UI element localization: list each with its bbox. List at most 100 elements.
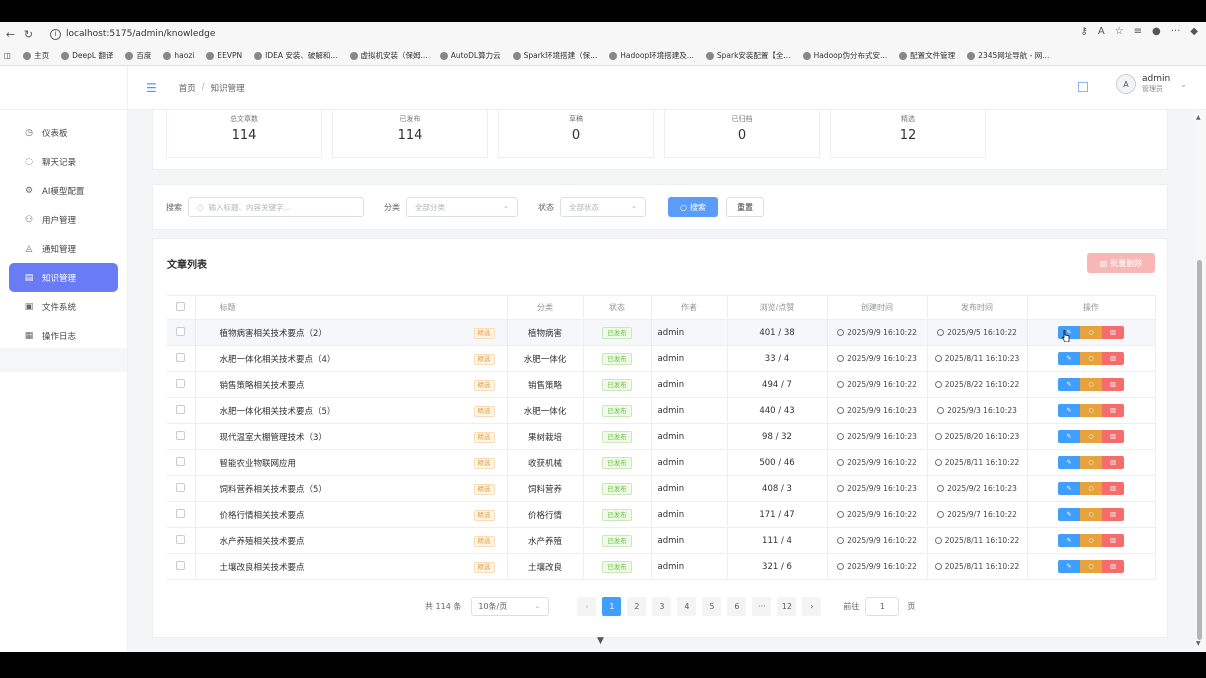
goto-page-input[interactable]: 1 [865,597,900,616]
bookmark-item[interactable]: 虚拟机安装（保姆... [349,50,428,61]
scroll-more-icon[interactable]: ▼ [597,636,604,646]
sidebar-item[interactable]: ▤ 知识管理 [9,263,118,292]
article-title[interactable]: 水肥一体化相关技术要点（5） [220,407,336,417]
scroll-up-icon[interactable]: ▲ [1196,114,1201,121]
row-checkbox[interactable] [176,352,186,362]
edit-button[interactable]: ✎ [1058,430,1080,443]
row-checkbox[interactable] [176,326,186,336]
star-icon[interactable]: ☆ [1115,26,1124,37]
toggle-status-button[interactable]: ○ [1080,430,1102,443]
bookmark-item[interactable]: EEVPN [206,51,242,60]
article-title[interactable]: 植物病害相关技术要点（2） [220,329,327,339]
delete-button[interactable]: ▥ [1102,352,1124,365]
bookmark-item[interactable]: 配置文件管理 [899,50,955,61]
search-button[interactable]: ○ 搜索 [668,197,718,217]
user-menu[interactable]: A admin 管理员 ⌄ [1116,74,1187,94]
sidebar-item[interactable]: ▦ 操作日志 [0,321,127,350]
article-title[interactable]: 水肥一体化相关技术要点（4） [220,355,336,365]
row-checkbox[interactable] [176,456,186,466]
info-icon[interactable]: i [50,28,61,40]
page-button[interactable]: 2 [627,597,647,616]
article-title[interactable]: 智能农业物联网应用 [220,459,297,469]
back-icon[interactable]: ← [3,28,18,41]
profile-icon[interactable]: ● [1152,26,1161,37]
key-icon[interactable]: ⚷ [1080,26,1087,37]
bookmark-item[interactable]: Spark环境搭建（保... [512,50,597,61]
scroll-down-icon[interactable]: ▼ [1196,640,1201,647]
delete-button[interactable]: ▥ [1102,404,1124,417]
article-title[interactable]: 现代温室大棚管理技术（3） [220,433,327,443]
scrollbar-thumb[interactable] [1197,260,1202,640]
page-button[interactable]: 6 [727,597,747,616]
bookmark-item[interactable]: haozi [163,51,194,60]
toggle-status-button[interactable]: ○ [1080,352,1102,365]
delete-button[interactable]: ▥ [1102,508,1124,521]
sidebar-item[interactable]: ◌ 聊天记录 [0,147,127,176]
page-button[interactable]: 1 [602,597,622,616]
prev-page-button[interactable]: ‹ [577,597,597,616]
page-size-select[interactable]: 10条/页 ⌄ [471,597,550,616]
sidebar-item[interactable]: ⚙ AI模型配置 [0,176,127,205]
delete-button[interactable]: ▥ [1102,482,1124,495]
row-checkbox[interactable] [176,560,186,570]
page-button[interactable]: 4 [677,597,697,616]
toggle-status-button[interactable]: ○ [1080,326,1102,339]
delete-button[interactable]: ▥ [1102,456,1124,469]
toggle-status-button[interactable]: ○ [1080,508,1102,521]
delete-button[interactable]: ▥ [1102,560,1124,573]
select-all-checkbox[interactable] [176,302,186,311]
sidebar-item[interactable]: ▣ 文件系统 [0,292,127,321]
page-scrollbar[interactable]: ▲ ▼ [1194,110,1206,652]
sidebar-item[interactable]: ⚇ 用户管理 [0,205,127,234]
fullscreen-icon[interactable] [1078,82,1088,92]
copilot-icon[interactable]: ◆ [1190,26,1198,37]
bookmark-item[interactable]: 2345网址导航 - 网... [967,50,1049,61]
sidebar-item[interactable]: ◷ 仪表板 [0,118,127,147]
address-bar[interactable]: i localhost:5175/admin/knowledge [42,25,1052,43]
article-title[interactable]: 销售策略相关技术要点 [220,381,305,391]
edit-button[interactable]: ✎ [1058,534,1080,547]
reload-icon[interactable]: ↻ [21,28,36,41]
reset-button[interactable]: 重置 [726,197,764,217]
page-button[interactable]: 12 [777,597,797,616]
delete-button[interactable]: ▥ [1102,534,1124,547]
bookmark-item[interactable]: IDEA 安装、破解和... [254,50,338,61]
more-icon[interactable]: ··· [1171,26,1181,37]
delete-button[interactable]: ▥ [1102,378,1124,391]
bookmark-item[interactable]: 主页 [23,50,49,61]
edit-button[interactable]: ✎ [1058,482,1080,495]
edit-button[interactable]: ✎ [1058,508,1080,521]
edit-button[interactable]: ✎ [1058,352,1080,365]
edit-button[interactable]: ✎ [1058,404,1080,417]
status-select[interactable]: 全部状态 ⌄ [560,197,646,217]
toggle-status-button[interactable]: ○ [1080,378,1102,391]
toggle-status-button[interactable]: ○ [1080,404,1102,417]
toggle-status-button[interactable]: ○ [1080,456,1102,469]
category-select[interactable]: 全部分类 ⌄ [406,197,518,217]
bookmark-item[interactable]: DeepL 翻译 [61,50,113,61]
article-title[interactable]: 价格行情相关技术要点 [220,511,305,521]
edit-button[interactable]: ✎ [1058,456,1080,469]
bookmark-item[interactable]: 百度 [125,50,151,61]
reading-list-icon[interactable]: ◫ [4,51,11,60]
search-input[interactable]: ○ 输入标题、内容关键字... [188,197,364,217]
bulk-delete-button[interactable]: ▥ 批量删除 [1087,253,1155,273]
delete-button[interactable]: ▥ [1102,326,1124,339]
article-title[interactable]: 水产养殖相关技术要点 [220,537,305,547]
row-checkbox[interactable] [176,378,186,388]
sidebar-item[interactable]: ◬ 通知管理 [0,234,127,263]
article-title[interactable]: 饲料营养相关技术要点（5） [220,485,327,495]
page-button[interactable]: 3 [652,597,672,616]
row-checkbox[interactable] [176,534,186,544]
toggle-status-button[interactable]: ○ [1080,534,1102,547]
row-checkbox[interactable] [176,430,186,440]
bookmark-item[interactable]: Hadoop环境搭建及... [609,50,694,61]
bookmark-item[interactable]: Spark安装配置【全... [705,50,791,61]
hamburger-icon[interactable]: ☰ [146,81,157,95]
article-title[interactable]: 土壤改良相关技术要点 [220,563,305,573]
translate-icon[interactable]: A [1098,26,1105,37]
edit-button[interactable]: ✎ [1058,378,1080,391]
favorites-icon[interactable]: ≡ [1134,26,1142,37]
toggle-status-button[interactable]: ○ [1080,482,1102,495]
row-checkbox[interactable] [176,508,186,518]
